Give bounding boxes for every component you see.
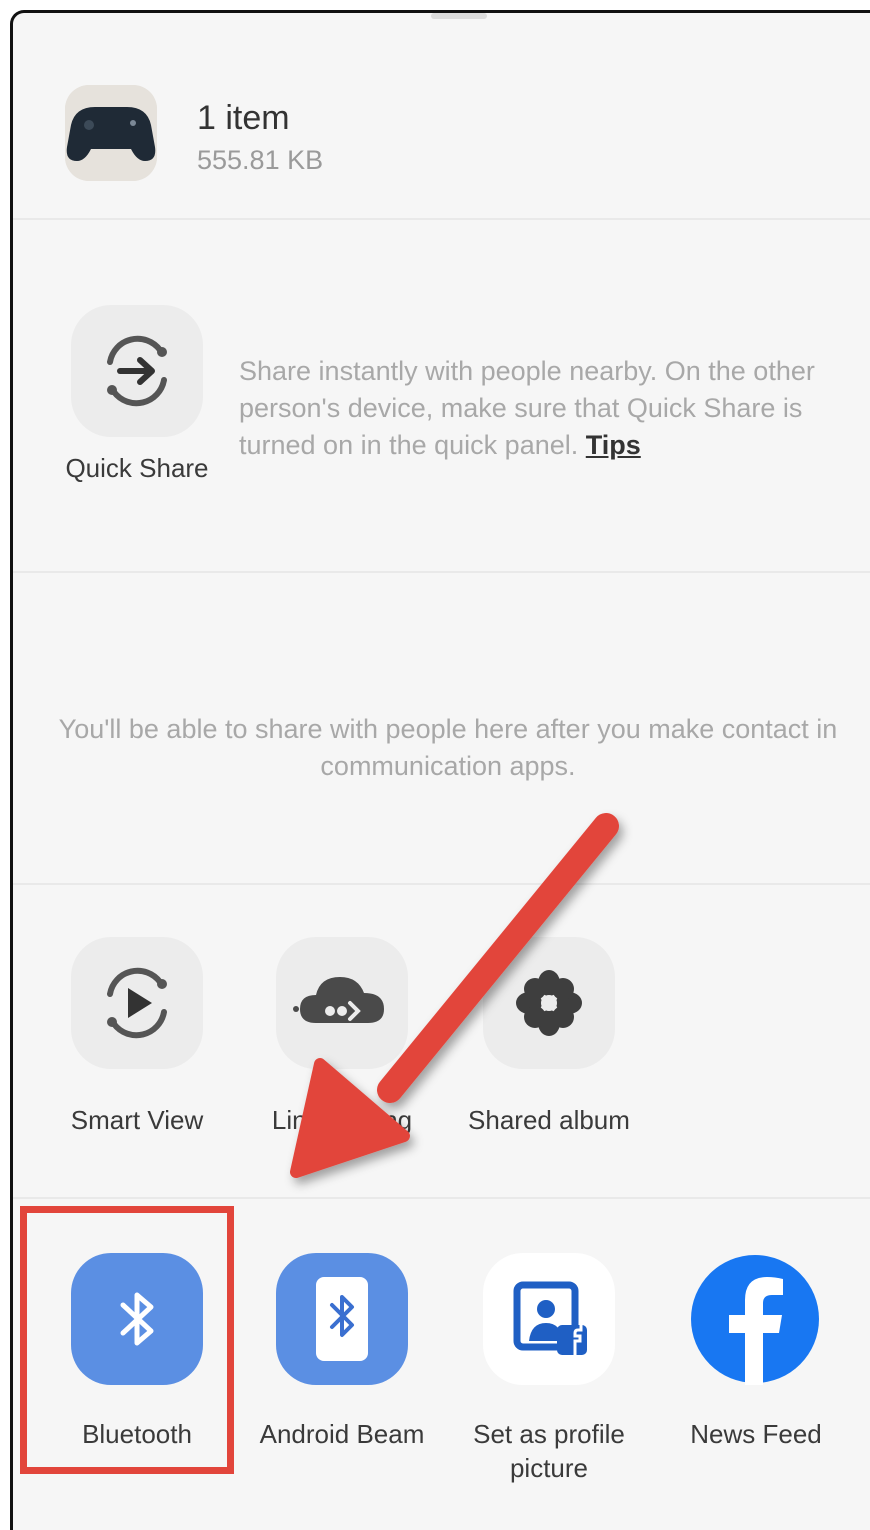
link-sharing-label: Link sharing — [271, 1105, 413, 1135]
drag-handle[interactable] — [431, 13, 487, 19]
shared-album-label: Shared album — [468, 1105, 630, 1135]
item-count: 1 item — [197, 99, 290, 137]
contacts-empty-message: You'll be able to share with people here… — [58, 714, 838, 781]
facebook-profile-icon — [513, 1281, 587, 1355]
quick-share-description: Share instantly with people nearby. On t… — [239, 356, 815, 460]
divider — [13, 883, 870, 885]
bluetooth-highlight-box — [20, 1206, 234, 1474]
set-profile-picture-button[interactable] — [483, 1253, 615, 1385]
quick-share-label: Quick Share — [65, 453, 209, 483]
set-profile-picture-label: Set as profile picture — [473, 1419, 625, 1483]
cloud-link-icon — [293, 977, 384, 1023]
quick-share-icon — [107, 335, 167, 407]
tips-link[interactable]: Tips — [586, 430, 641, 460]
quick-share-button[interactable] — [71, 305, 203, 437]
news-feed-label: News Feed — [690, 1419, 822, 1449]
divider — [13, 571, 870, 573]
news-feed-button[interactable] — [689, 1253, 821, 1385]
link-sharing-button[interactable] — [276, 937, 408, 1069]
android-beam-button[interactable] — [276, 1253, 408, 1385]
facebook-icon — [691, 1255, 819, 1385]
smart-view-label: Smart View — [70, 1105, 204, 1135]
smart-view-icon — [107, 967, 167, 1039]
flower-icon — [516, 970, 582, 1036]
divider — [13, 1197, 870, 1199]
item-size: 555.81 KB — [197, 145, 324, 175]
smart-view-button[interactable] — [71, 937, 203, 1069]
item-thumbnail — [65, 85, 157, 181]
android-beam-label: Android Beam — [259, 1419, 425, 1449]
android-beam-icon — [316, 1277, 368, 1361]
shared-album-button[interactable] — [483, 937, 615, 1069]
divider — [13, 218, 870, 220]
